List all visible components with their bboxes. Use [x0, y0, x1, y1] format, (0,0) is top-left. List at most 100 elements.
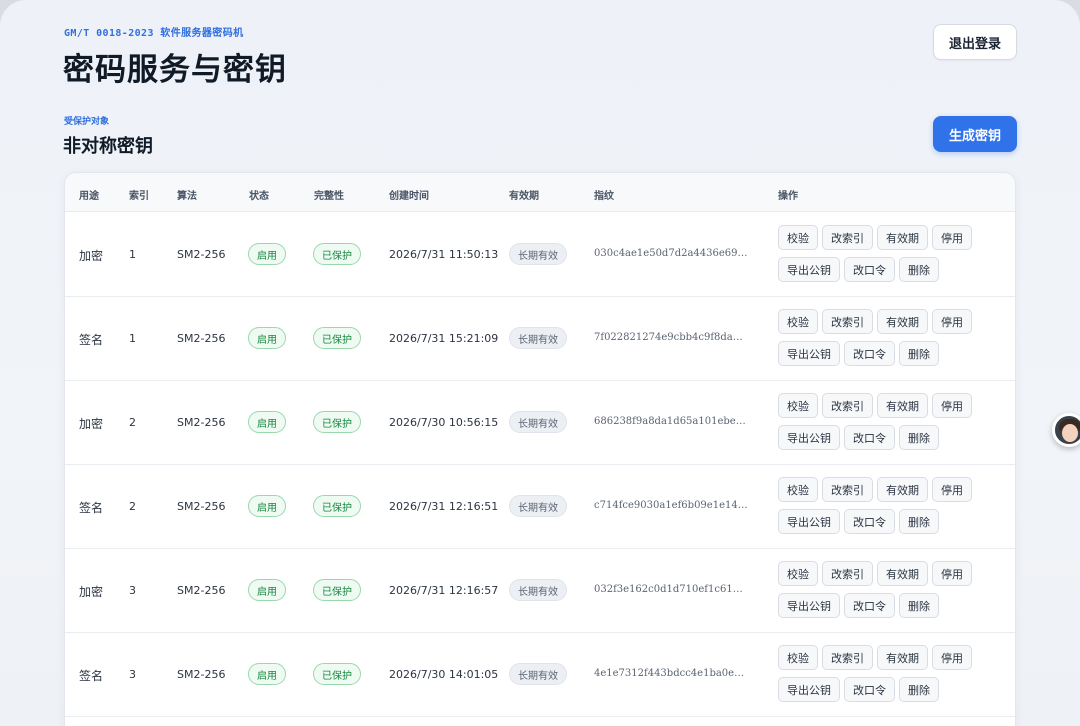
cell-index: 1 — [129, 332, 136, 345]
column-header-index: 索引 — [129, 191, 149, 202]
change-password-button[interactable]: 改口令 — [844, 509, 895, 534]
verify-button[interactable]: 校验 — [778, 645, 818, 670]
change-password-button[interactable]: 改口令 — [844, 593, 895, 618]
integrity-badge: 已保护 — [313, 663, 361, 685]
cell-usage: 加密 — [79, 585, 104, 599]
column-header-algorithm: 算法 — [177, 191, 197, 202]
integrity-badge: 已保护 — [313, 579, 361, 601]
validity-badge: 长期有效 — [509, 243, 567, 265]
cell-created-time: 2026/7/31 12:16:51 — [389, 500, 499, 513]
app-subtitle: GM/T 0018-2023 软件服务器密码机 — [64, 28, 244, 39]
change-password-button[interactable]: 改口令 — [844, 341, 895, 366]
verify-button[interactable]: 校验 — [778, 561, 818, 586]
cell-created-time: 2026/7/31 11:50:13 — [389, 248, 499, 261]
status-badge: 启用 — [248, 243, 286, 265]
cell-algorithm: SM2-256 — [177, 416, 226, 429]
change-index-button[interactable]: 改索引 — [822, 477, 873, 502]
cell-usage: 加密 — [79, 417, 104, 431]
disable-button[interactable]: 停用 — [932, 393, 972, 418]
change-index-button[interactable]: 改索引 — [822, 225, 873, 250]
verify-button[interactable]: 校验 — [778, 393, 818, 418]
verify-button[interactable]: 校验 — [778, 477, 818, 502]
cell-usage: 加密 — [79, 249, 104, 263]
change-index-button[interactable]: 改索引 — [822, 393, 873, 418]
change-index-button[interactable]: 改索引 — [822, 645, 873, 670]
validity-badge: 长期有效 — [509, 411, 567, 433]
change-index-button[interactable]: 改索引 — [822, 561, 873, 586]
status-badge: 启用 — [248, 579, 286, 601]
cell-index: 3 — [129, 668, 136, 681]
verify-button[interactable]: 校验 — [778, 225, 818, 250]
column-header-status: 状态 — [249, 191, 269, 202]
disable-button[interactable]: 停用 — [932, 645, 972, 670]
export-public-key-button[interactable]: 导出公钥 — [778, 677, 840, 702]
delete-button[interactable]: 删除 — [899, 593, 939, 618]
validity-button[interactable]: 有效期 — [877, 225, 928, 250]
cell-fingerprint: 4e1e7312f443bdcc4e1ba0e4cf… — [594, 668, 749, 679]
table-row: 加密 1 SM2-256 启用 已保护 2026/7/31 11:50:13 长期有效 030… — [65, 213, 1015, 297]
delete-button[interactable]: 删除 — [899, 509, 939, 534]
export-public-key-button[interactable]: 导出公钥 — [778, 593, 840, 618]
app-window: GM/T 0018-2023 软件服务器密码机 密码服务与密钥 退出登录 受保护… — [0, 0, 1080, 726]
status-badge: 启用 — [248, 327, 286, 349]
table-header: 用途 索引 算法 状态 完整性 创建时间 有效期 指纹 操作 — [65, 173, 1015, 212]
cell-usage: 签名 — [79, 501, 104, 515]
status-badge: 启用 — [248, 411, 286, 433]
cell-index: 2 — [129, 416, 136, 429]
validity-button[interactable]: 有效期 — [877, 309, 928, 334]
section-kicker: 受保护对象 — [64, 117, 110, 127]
column-header-created: 创建时间 — [389, 191, 429, 202]
validity-badge: 长期有效 — [509, 495, 567, 517]
delete-button[interactable]: 删除 — [899, 677, 939, 702]
disable-button[interactable]: 停用 — [932, 225, 972, 250]
cell-usage: 签名 — [79, 669, 104, 683]
verify-button[interactable]: 校验 — [778, 309, 818, 334]
cell-algorithm: SM2-256 — [177, 332, 226, 345]
integrity-badge: 已保护 — [313, 411, 361, 433]
table-row: 签名 2 SM2-256 启用 已保护 2026/7/31 12:16:51 长期有效 c71… — [65, 465, 1015, 549]
integrity-badge: 已保护 — [313, 495, 361, 517]
disable-button[interactable]: 停用 — [932, 477, 972, 502]
generate-key-button[interactable]: 生成密钥 — [933, 116, 1017, 152]
cell-fingerprint: 032f3e162c0d1d710ef1c618a6… — [594, 584, 749, 595]
delete-button[interactable]: 删除 — [899, 257, 939, 282]
validity-badge: 长期有效 — [509, 327, 567, 349]
table-row: 签名 1 SM2-256 启用 已保护 2026/7/31 15:21:09 长期有效 7f0… — [65, 297, 1015, 381]
cell-algorithm: SM2-256 — [177, 248, 226, 261]
user-avatar-icon[interactable] — [1052, 413, 1080, 447]
disable-button[interactable]: 停用 — [932, 309, 972, 334]
cell-fingerprint: 686238f9a8da1d65a101ebe1b3… — [594, 416, 749, 427]
status-badge: 启用 — [248, 495, 286, 517]
disable-button[interactable]: 停用 — [932, 561, 972, 586]
export-public-key-button[interactable]: 导出公钥 — [778, 509, 840, 534]
cell-created-time: 2026/7/31 15:21:09 — [389, 332, 499, 345]
cell-index: 1 — [129, 248, 136, 261]
change-password-button[interactable]: 改口令 — [844, 677, 895, 702]
change-password-button[interactable]: 改口令 — [844, 425, 895, 450]
cell-index: 2 — [129, 500, 136, 513]
column-header-usage: 用途 — [79, 191, 99, 202]
logout-button[interactable]: 退出登录 — [933, 24, 1017, 60]
table-row: 加密 3 SM2-256 启用 已保护 2026/7/31 12:16:57 长期有效 032… — [65, 549, 1015, 633]
cell-created-time: 2026/7/30 14:01:05 — [389, 668, 499, 681]
export-public-key-button[interactable]: 导出公钥 — [778, 257, 840, 282]
validity-button[interactable]: 有效期 — [877, 645, 928, 670]
column-header-fingerprint: 指纹 — [594, 191, 614, 202]
cell-algorithm: SM2-256 — [177, 668, 226, 681]
delete-button[interactable]: 删除 — [899, 425, 939, 450]
validity-button[interactable]: 有效期 — [877, 393, 928, 418]
section-title: 非对称密钥 — [63, 136, 153, 157]
validity-button[interactable]: 有效期 — [877, 561, 928, 586]
export-public-key-button[interactable]: 导出公钥 — [778, 341, 840, 366]
page-title: 密码服务与密钥 — [63, 52, 287, 88]
validity-button[interactable]: 有效期 — [877, 477, 928, 502]
cell-created-time: 2026/7/31 12:16:57 — [389, 584, 499, 597]
delete-button[interactable]: 删除 — [899, 341, 939, 366]
change-password-button[interactable]: 改口令 — [844, 257, 895, 282]
change-index-button[interactable]: 改索引 — [822, 309, 873, 334]
integrity-badge: 已保护 — [313, 243, 361, 265]
cell-algorithm: SM2-256 — [177, 584, 226, 597]
validity-badge: 长期有效 — [509, 579, 567, 601]
export-public-key-button[interactable]: 导出公钥 — [778, 425, 840, 450]
cell-fingerprint: 7f022821274e9cbb4c9f8dad1d… — [594, 332, 749, 343]
